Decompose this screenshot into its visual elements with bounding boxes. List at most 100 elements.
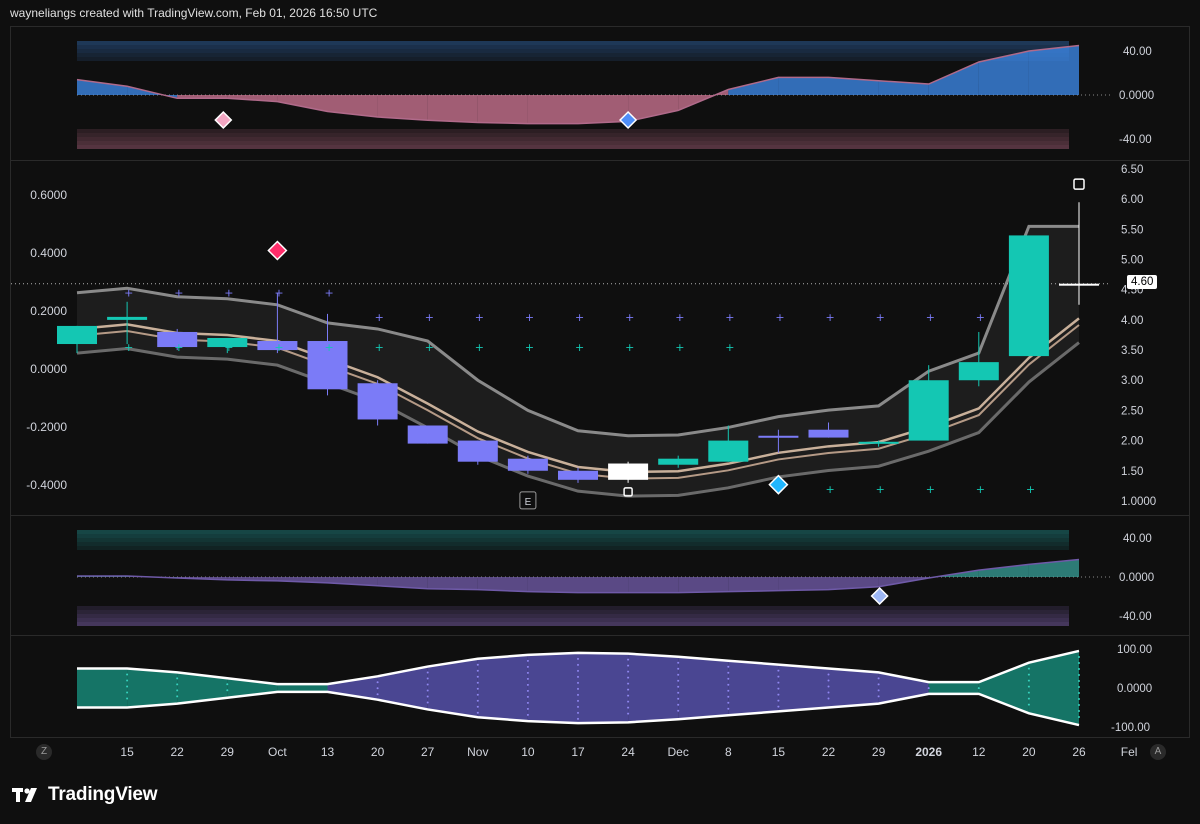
signal-plus-marker: +: [224, 287, 233, 300]
osc-histogram-area: [77, 79, 128, 95]
signal-plus-marker: +: [775, 311, 784, 324]
osc-dot: [476, 681, 479, 684]
osc-dot: [476, 687, 479, 690]
osc-ribbon-fill: [778, 664, 829, 712]
osc-dot: [426, 695, 429, 698]
oscillator-middle-svg: 40.00 0.0000 -40.00: [77, 530, 1154, 626]
osc-axis-label: 40.00: [1123, 533, 1152, 545]
signal-plus-marker: +: [325, 287, 334, 300]
chart-area[interactable]: 40.00 0.0000 -40.00 0.6000 0.4000 0.2000 0.00…: [10, 26, 1190, 738]
osc-dot: [176, 683, 179, 686]
osc-histogram-area: [728, 577, 779, 592]
time-tick: 13: [320, 745, 335, 759]
osc-dot: [627, 676, 630, 679]
time-tick: 10: [521, 745, 535, 759]
time-tick: 24: [621, 745, 635, 759]
time-tick: 2026: [915, 745, 943, 759]
signal-plus-marker: +: [976, 311, 985, 324]
osc-dot: [526, 695, 529, 698]
time-tick: Fel: [1120, 745, 1138, 759]
signal-plus-marker: +: [575, 311, 584, 324]
osc-ribbon-fill: [427, 658, 478, 718]
time-tick: 22: [821, 745, 836, 759]
candle: [1008, 235, 1049, 357]
signal-plus-marker: +: [625, 311, 634, 324]
signal-plus-marker: +: [525, 311, 534, 324]
osc-dot: [526, 713, 529, 716]
left-axis-label: -0.2000: [26, 420, 67, 434]
osc-dot: [877, 683, 880, 686]
osc-dot: [1078, 685, 1080, 688]
oscillator-pane-middle[interactable]: 40.00 0.0000 -40.00: [11, 516, 1189, 636]
osc-dot: [176, 689, 179, 692]
osc-axis-label: -40.00: [1119, 611, 1152, 623]
osc-histogram-area: [578, 577, 629, 593]
signal-plus-marker: +: [1026, 483, 1035, 496]
time-tick: 26: [1072, 745, 1086, 759]
time-axis[interactable]: Z A 15 22 29 Oct 13 20 27 Nov 10 17 24 Dec 8 15 22 29 20…: [10, 738, 1190, 768]
signal-plus-marker: +: [876, 311, 885, 324]
osc-dot: [226, 683, 229, 686]
signal-plus-marker: +: [274, 287, 283, 300]
osc-dot: [376, 693, 379, 696]
osc-lower-zone: [77, 145, 1069, 149]
left-axis-label: 0.2000: [30, 304, 67, 318]
osc-dot: [476, 675, 479, 678]
osc-upper-zone: [77, 53, 1069, 57]
signal-plus-marker: +: [976, 483, 985, 496]
time-tick: 29: [220, 745, 234, 759]
osc-upper-zone: [77, 542, 1069, 546]
go-to-start-button[interactable]: Z: [36, 744, 52, 760]
osc-upper-zone: [77, 41, 1069, 45]
right-axis-label: 5.00: [1121, 255, 1143, 267]
time-tick: 15: [771, 745, 786, 759]
osc-histogram-area: [628, 577, 679, 593]
right-axis-label: 4.00: [1121, 315, 1143, 327]
osc-dot: [1027, 673, 1030, 676]
signal-plus-marker: +: [926, 311, 935, 324]
time-tick: 20: [1022, 745, 1036, 759]
price-pane[interactable]: 0.6000 0.4000 0.2000 0.0000 -0.2000 -0.4000 6.…: [11, 161, 1189, 516]
osc-dot: [126, 685, 129, 688]
osc-dot: [627, 670, 630, 673]
osc-dot: [677, 661, 680, 664]
time-tick: Nov: [467, 745, 489, 759]
signal-plus-marker: +: [475, 341, 484, 354]
oscillator-pane-top[interactable]: 40.00 0.0000 -40.00: [11, 27, 1189, 161]
osc-histogram-area: [427, 95, 478, 123]
osc-dot: [376, 681, 379, 684]
signal-plus-marker: +: [876, 483, 885, 496]
osc-axis-label: -100.00: [1111, 722, 1150, 734]
osc-dot: [1078, 661, 1080, 664]
time-tick: 29: [871, 745, 886, 759]
signal-plus-marker: +: [675, 341, 684, 354]
osc-dot: [827, 685, 830, 688]
osc-histogram-area: [678, 577, 729, 593]
signal-plus-marker: +: [625, 341, 634, 354]
time-tick: 17: [571, 745, 585, 759]
osc-axis-label: 40.00: [1123, 46, 1152, 58]
candle: [107, 316, 148, 320]
osc-histogram-area: [527, 577, 578, 593]
osc-dot: [577, 693, 579, 696]
osc-dot: [577, 669, 579, 672]
time-tick: 20: [370, 745, 385, 759]
osc-dot: [677, 709, 680, 712]
osc-dot: [827, 697, 830, 700]
osc-ribbon-fill: [978, 662, 1029, 714]
osc-upper-zone: [77, 534, 1069, 538]
osc-dot: [627, 700, 630, 703]
oscillator-pane-bottom[interactable]: 100.00 0.0000 -100.00: [11, 636, 1189, 737]
osc-dot: [526, 659, 529, 662]
auto-scale-button[interactable]: A: [1150, 744, 1166, 760]
osc-dot: [677, 697, 680, 700]
osc-dot: [426, 689, 429, 692]
signal-plus-marker: +: [826, 311, 835, 324]
osc-histogram-area: [928, 62, 979, 95]
osc-dot: [877, 677, 880, 680]
chart-credit: wayneliangs created with TradingView.com…: [10, 6, 378, 20]
osc-dot: [877, 695, 880, 698]
candle: [908, 380, 949, 441]
osc-dot: [476, 705, 479, 708]
right-axis-label: 2.00: [1121, 436, 1143, 448]
